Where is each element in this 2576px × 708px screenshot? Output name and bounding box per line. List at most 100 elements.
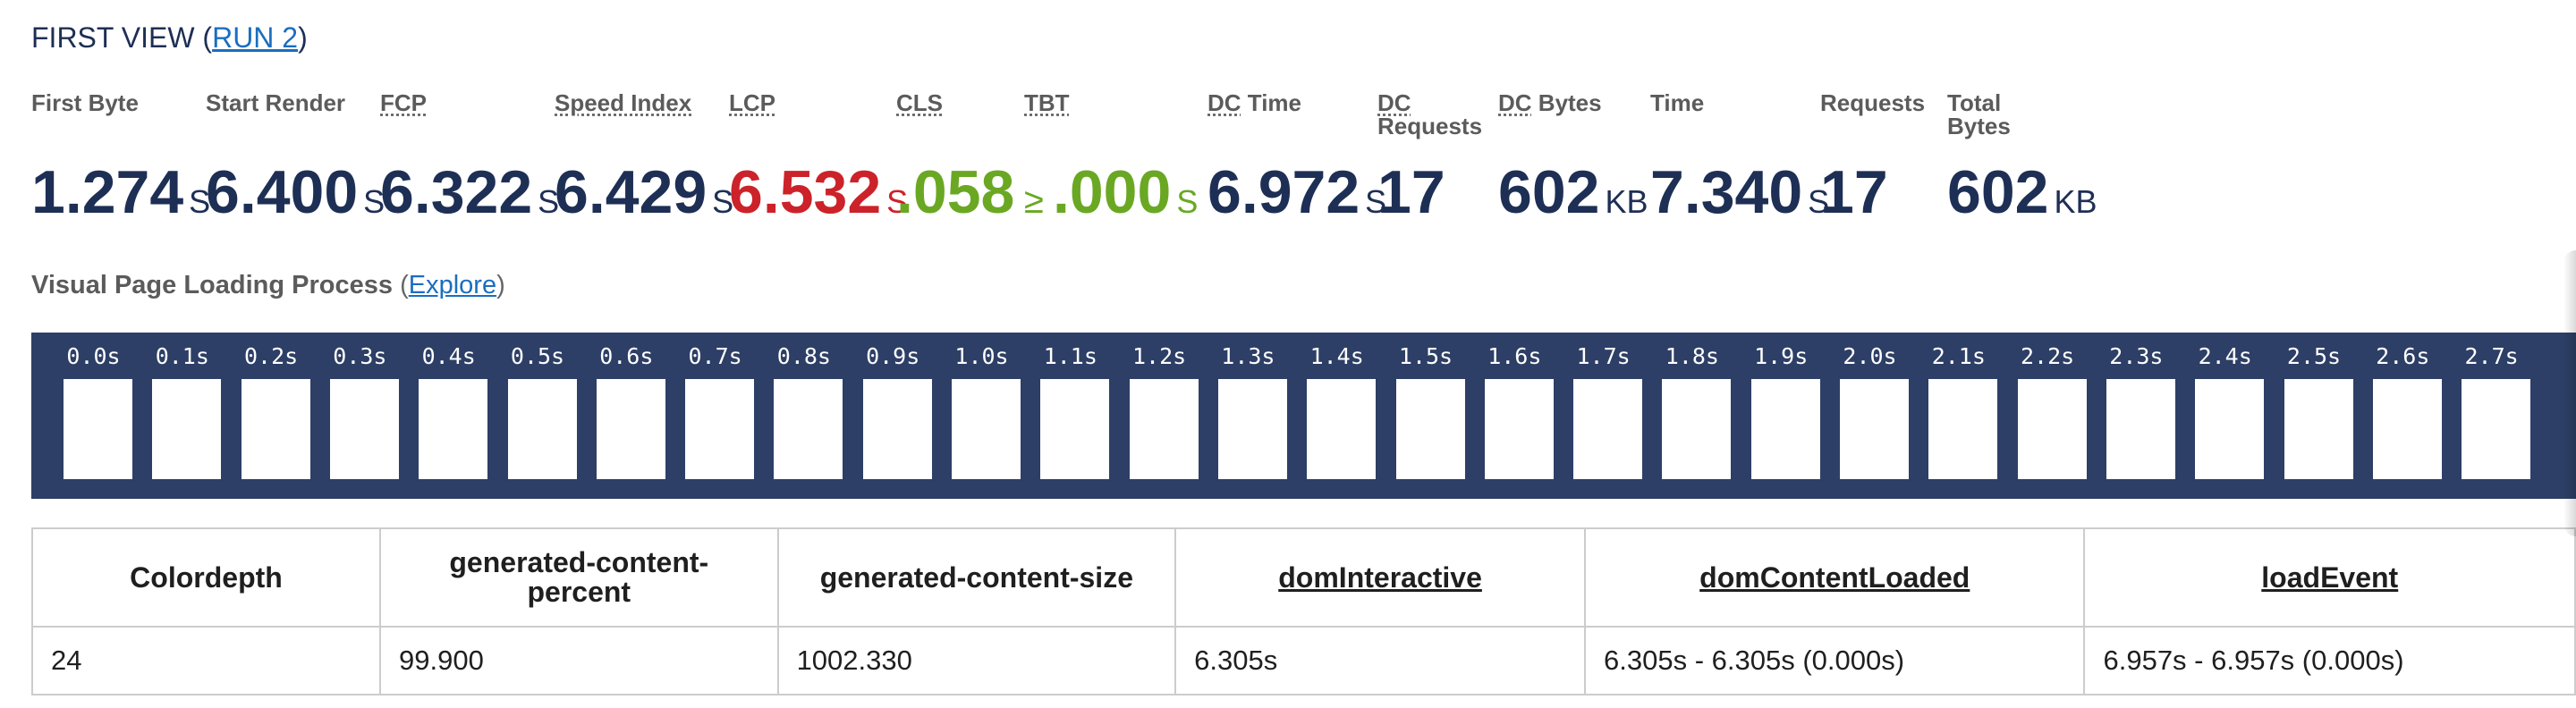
frame-thumbnail[interactable] (241, 379, 310, 479)
frame-thumbnail[interactable] (2106, 379, 2175, 479)
filmstrip-frame[interactable]: 1.9s (1737, 333, 1826, 499)
column-header-label[interactable]: domContentLoaded (1699, 561, 1970, 594)
metric-label-text: CLS (896, 89, 943, 116)
frame-thumbnail[interactable] (1840, 379, 1909, 479)
frame-thumbnail[interactable] (1307, 379, 1377, 479)
column-header-label: Colordepth (130, 560, 283, 594)
filmstrip-frame[interactable]: 0.2s (227, 333, 316, 499)
metric-number: 1.274 (31, 158, 184, 226)
metric-label: Start Render (206, 91, 345, 114)
filmstrip-frame[interactable]: 0.8s (759, 333, 848, 499)
filmstrip[interactable]: 0.0s 0.1s 0.2s 0.3s 0.4s 0.5s 0.6s 0.7s 0.8s 0.9s… (31, 333, 2576, 499)
frame-thumbnail[interactable] (952, 379, 1021, 479)
filmstrip-frame[interactable]: 1.0s (937, 333, 1026, 499)
scroll-shadow (2563, 250, 2576, 536)
metric-number: 17 (1820, 158, 1888, 226)
frame-thumbnail[interactable] (1484, 379, 1554, 479)
filmstrip-frame[interactable]: 1.8s (1648, 333, 1736, 499)
filmstrip-frame[interactable]: 1.3s (1204, 333, 1292, 499)
filmstrip-frame[interactable]: 2.3s (2092, 333, 2181, 499)
filmstrip-frame[interactable]: 1.2s (1115, 333, 1204, 499)
filmstrip-frame[interactable]: 1.1s (1026, 333, 1114, 499)
metric-value: 6.322 S (380, 161, 559, 233)
filmstrip-frame[interactable]: 2.4s (2181, 333, 2269, 499)
frame-thumbnail[interactable] (152, 379, 222, 479)
explore-link[interactable]: Explore (409, 271, 496, 299)
frame-thumbnail[interactable] (507, 379, 577, 479)
metric-label-text: Requests (1820, 89, 1926, 116)
frame-timestamp: 0.6s (599, 343, 654, 369)
frame-thumbnail[interactable] (1395, 379, 1465, 479)
frame-timestamp: 0.2s (243, 343, 299, 369)
filmstrip-frame[interactable]: 0.6s (582, 333, 671, 499)
filmstrip-frame[interactable]: 2.6s (2359, 333, 2447, 499)
metric-unit: KB (2054, 183, 2097, 220)
metric: DC Requests 17 (1377, 91, 1482, 223)
frame-thumbnail[interactable] (596, 379, 665, 479)
filmstrip-frame[interactable]: 0.4s (404, 333, 493, 499)
frame-timestamp: 1.9s (1754, 343, 1809, 369)
column-header[interactable]: loadEvent (2083, 527, 2576, 628)
filmstrip-frame[interactable]: 1.4s (1292, 333, 1381, 499)
metric-label: First Byte (31, 91, 139, 114)
frame-timestamp: 0.0s (66, 343, 121, 369)
column-header[interactable]: domInteractive (1174, 527, 1587, 628)
explore-close-paren: ) (496, 271, 505, 299)
metric: LCP 6.532 S (729, 91, 908, 223)
frame-thumbnail[interactable] (2017, 379, 2087, 479)
metric: Total Bytes 602 KB (1947, 91, 2097, 223)
frame-thumbnail[interactable] (2462, 379, 2531, 479)
column-header[interactable]: domContentLoaded (1584, 527, 2086, 628)
filmstrip-frame[interactable]: 0.7s (671, 333, 759, 499)
frame-thumbnail[interactable] (862, 379, 932, 479)
frame-thumbnail[interactable] (1662, 379, 1732, 479)
frame-timestamp: 2.7s (2464, 343, 2519, 369)
filmstrip-frame[interactable]: 0.1s (138, 333, 226, 499)
table-cell: 6.957s - 6.957s (0.000s) (2083, 626, 2576, 695)
filmstrip-frame[interactable]: 0.0s (49, 333, 138, 499)
frame-thumbnail[interactable] (1573, 379, 1643, 479)
frame-thumbnail[interactable] (329, 379, 399, 479)
filmstrip-frame[interactable]: 0.5s (494, 333, 582, 499)
filmstrip-frame[interactable]: 0.9s (849, 333, 937, 499)
frame-thumbnail[interactable] (1928, 379, 1998, 479)
column-header-label[interactable]: domInteractive (1278, 561, 1482, 594)
frame-thumbnail[interactable] (1750, 379, 1820, 479)
filmstrip-frame[interactable]: 0.3s (316, 333, 404, 499)
table-cell: 99.900 (379, 626, 779, 695)
table-cell: 6.305s (1174, 626, 1587, 695)
frame-thumbnail[interactable] (685, 379, 755, 479)
metric-value: 602 KB (1947, 161, 2097, 233)
filmstrip-frame[interactable]: 2.5s (2270, 333, 2359, 499)
table-header-row: Colordepth generated-content-percent gener… (31, 527, 2576, 628)
metric-number: 6.429 (555, 158, 708, 226)
frame-thumbnail[interactable] (1040, 379, 1110, 479)
frame-thumbnail[interactable] (2284, 379, 2353, 479)
title-prefix: FIRST VIEW ( (31, 21, 213, 54)
filmstrip-frame[interactable]: 1.6s (1470, 333, 1559, 499)
column-header-label[interactable]: loadEvent (2261, 561, 2398, 594)
filmstrip-frame[interactable]: 2.7s (2447, 333, 2536, 499)
metric-number: 6.972 (1208, 158, 1360, 226)
frame-timestamp: 2.6s (2376, 343, 2430, 369)
frame-thumbnail[interactable] (2195, 379, 2265, 479)
frame-thumbnail[interactable] (64, 379, 132, 479)
table-cell: 6.305s - 6.305s (0.000s) (1584, 626, 2086, 695)
metric-value: ≥ .000 S (1024, 161, 1198, 233)
filmstrip-frame[interactable]: 2.0s (1826, 333, 1914, 499)
filmstrip-frame[interactable]: 1.5s (1382, 333, 1470, 499)
frame-timestamp: 1.4s (1309, 343, 1364, 369)
filmstrip-frame[interactable]: 2.2s (2004, 333, 2092, 499)
run-link[interactable]: RUN 2 (212, 21, 298, 54)
frame-thumbnail[interactable] (1217, 379, 1287, 479)
metric-value: .058 (896, 161, 1014, 223)
filmstrip-frame[interactable]: 1.7s (1559, 333, 1648, 499)
frame-thumbnail[interactable] (419, 379, 488, 479)
frame-thumbnail[interactable] (774, 379, 843, 479)
metric-value: 1.274 S (31, 161, 210, 233)
metric: Speed Index 6.429 S (555, 91, 733, 223)
filmstrip-frame[interactable]: 2.1s (1914, 333, 2003, 499)
frame-thumbnail[interactable] (2372, 379, 2442, 479)
frame-thumbnail[interactable] (1129, 379, 1199, 479)
metric-number: 6.400 (206, 158, 359, 226)
